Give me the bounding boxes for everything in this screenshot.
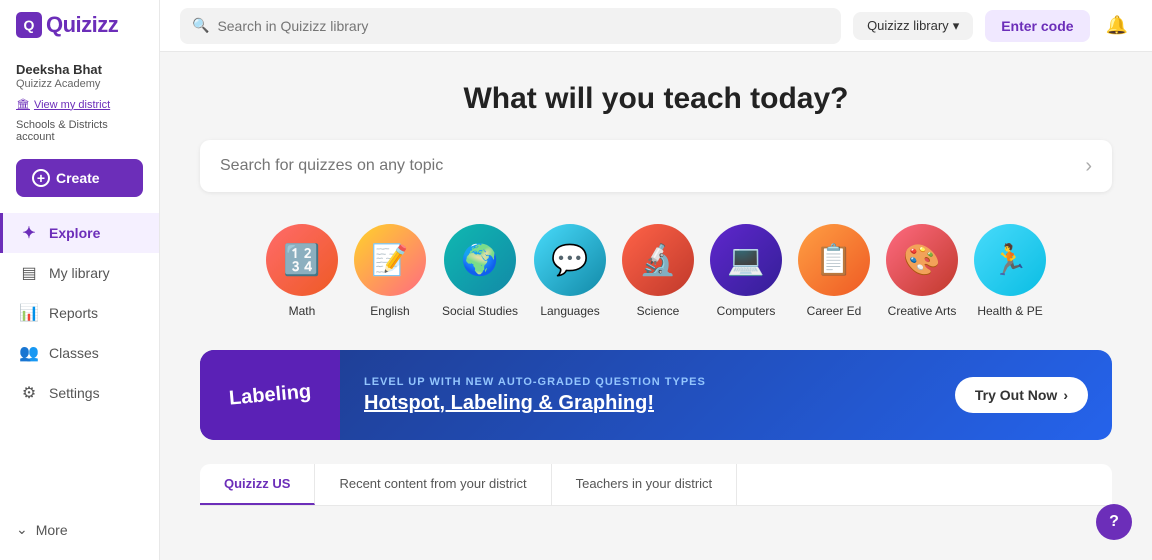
- classes-icon: 👥: [19, 343, 39, 363]
- promo-banner: Labeling LEVEL UP WITH NEW AUTO-GRADED Q…: [200, 350, 1112, 440]
- sidebar: Q Quizizz Deeksha Bhat Quizizz Academy 🏛…: [0, 0, 160, 560]
- tab-quizizz-us[interactable]: Quizizz US: [200, 464, 315, 505]
- hero-title: What will you teach today?: [200, 82, 1112, 116]
- category-health-pe[interactable]: 🏃 Health & PE: [974, 224, 1046, 318]
- more-nav-item[interactable]: ⌄ More: [0, 511, 159, 548]
- category-english[interactable]: 📝 English: [354, 224, 426, 318]
- main-search-input[interactable]: [220, 157, 1085, 175]
- user-name: Deeksha Bhat: [16, 62, 143, 77]
- languages-icon: 💬: [534, 224, 606, 296]
- sidebar-item-settings[interactable]: ⚙ Settings: [0, 373, 159, 413]
- category-career-ed[interactable]: 📋 Career Ed: [798, 224, 870, 318]
- banner-title: Hotspot, Labeling & Graphing!: [364, 392, 931, 415]
- bottom-tabs: Quizizz USRecent content from your distr…: [200, 464, 1112, 506]
- category-math[interactable]: 🔢 Math: [266, 224, 338, 318]
- math-icon: 🔢: [266, 224, 338, 296]
- enter-code-button[interactable]: Enter code: [985, 10, 1089, 42]
- schools-label: Schools & Districts account: [0, 115, 159, 151]
- arrow-right-icon: ›: [1063, 387, 1068, 403]
- science-icon: 🔬: [622, 224, 694, 296]
- english-icon: 📝: [354, 224, 426, 296]
- health-pe-label: Health & PE: [977, 304, 1042, 318]
- banner-cta-label: Try Out Now: [975, 387, 1057, 403]
- creative-arts-icon: 🎨: [886, 224, 958, 296]
- languages-label: Languages: [540, 304, 599, 318]
- social-studies-label: Social Studies: [442, 304, 518, 318]
- logo-area: Q Quizizz: [0, 12, 159, 54]
- logo-text: Quizizz: [46, 12, 118, 38]
- sidebar-item-label: Settings: [49, 385, 100, 401]
- banner-label: Labeling: [228, 380, 312, 410]
- chevron-down-icon: ▾: [953, 18, 960, 34]
- bell-icon: 🔔: [1106, 15, 1128, 35]
- creative-arts-label: Creative Arts: [888, 304, 957, 318]
- library-label: Quizizz library: [867, 18, 949, 33]
- categories-grid: 🔢 Math 📝 English 🌍 Social Studies 💬 Lang…: [200, 224, 1112, 318]
- sidebar-item-my-library[interactable]: ▤ My library: [0, 253, 159, 293]
- banner-label-box: Labeling: [200, 350, 340, 440]
- sidebar-item-label: Reports: [49, 305, 98, 321]
- chevron-down-icon: ⌄: [16, 521, 28, 538]
- library-dropdown[interactable]: Quizizz library ▾: [853, 12, 973, 40]
- health-pe-icon: 🏃: [974, 224, 1046, 296]
- user-org: Quizizz Academy: [16, 78, 143, 90]
- social-studies-icon: 🌍: [444, 224, 516, 296]
- nav-items: ✦ Explore ▤ My library 📊 Reports 👥 Class…: [0, 213, 159, 413]
- building-icon: 🏛: [16, 98, 30, 111]
- content-area: What will you teach today? › 🔢 Math 📝 En…: [160, 52, 1152, 560]
- view-district-label: View my district: [34, 99, 110, 111]
- computers-icon: 💻: [710, 224, 782, 296]
- explore-icon: ✦: [19, 223, 39, 243]
- category-languages[interactable]: 💬 Languages: [534, 224, 606, 318]
- main-area: 🔍 Quizizz library ▾ Enter code 🔔 What wi…: [160, 0, 1152, 560]
- english-label: English: [370, 304, 409, 318]
- try-out-now-button[interactable]: Try Out Now ›: [955, 377, 1088, 413]
- view-district-link[interactable]: 🏛 View my district: [0, 94, 159, 115]
- computers-label: Computers: [717, 304, 776, 318]
- search-input[interactable]: [217, 18, 829, 34]
- sidebar-item-label: Explore: [49, 225, 100, 241]
- search-bar[interactable]: 🔍: [180, 8, 841, 44]
- sidebar-item-label: Classes: [49, 345, 99, 361]
- logo-icon: Q: [16, 12, 42, 38]
- create-label: Create: [56, 170, 100, 186]
- help-button[interactable]: ?: [1096, 504, 1132, 540]
- more-label: More: [36, 522, 68, 538]
- search-arrow-icon: ›: [1085, 155, 1092, 178]
- category-science[interactable]: 🔬 Science: [622, 224, 694, 318]
- science-label: Science: [637, 304, 680, 318]
- my-library-icon: ▤: [19, 263, 39, 283]
- math-label: Math: [289, 304, 316, 318]
- main-search-bar[interactable]: ›: [200, 140, 1112, 192]
- sidebar-item-classes[interactable]: 👥 Classes: [0, 333, 159, 373]
- topbar: 🔍 Quizizz library ▾ Enter code 🔔: [160, 0, 1152, 52]
- sidebar-item-explore[interactable]: ✦ Explore: [0, 213, 159, 253]
- category-social-studies[interactable]: 🌍 Social Studies: [442, 224, 518, 318]
- settings-icon: ⚙: [19, 383, 39, 403]
- banner-subtitle: LEVEL UP WITH NEW AUTO-GRADED QUESTION T…: [364, 376, 931, 388]
- career-ed-label: Career Ed: [807, 304, 862, 318]
- tab-teachers-district[interactable]: Teachers in your district: [552, 464, 738, 505]
- category-computers[interactable]: 💻 Computers: [710, 224, 782, 318]
- sidebar-item-reports[interactable]: 📊 Reports: [0, 293, 159, 333]
- search-icon: 🔍: [192, 17, 209, 34]
- notifications-button[interactable]: 🔔: [1102, 11, 1132, 40]
- banner-content: LEVEL UP WITH NEW AUTO-GRADED QUESTION T…: [340, 360, 955, 431]
- career-ed-icon: 📋: [798, 224, 870, 296]
- category-creative-arts[interactable]: 🎨 Creative Arts: [886, 224, 958, 318]
- reports-icon: 📊: [19, 303, 39, 323]
- tab-recent-content[interactable]: Recent content from your district: [315, 464, 551, 505]
- sidebar-item-label: My library: [49, 265, 110, 281]
- create-button[interactable]: + Create: [16, 159, 143, 197]
- plus-icon: +: [32, 169, 50, 187]
- logo: Q Quizizz: [16, 12, 143, 38]
- user-info: Deeksha Bhat Quizizz Academy: [0, 54, 159, 94]
